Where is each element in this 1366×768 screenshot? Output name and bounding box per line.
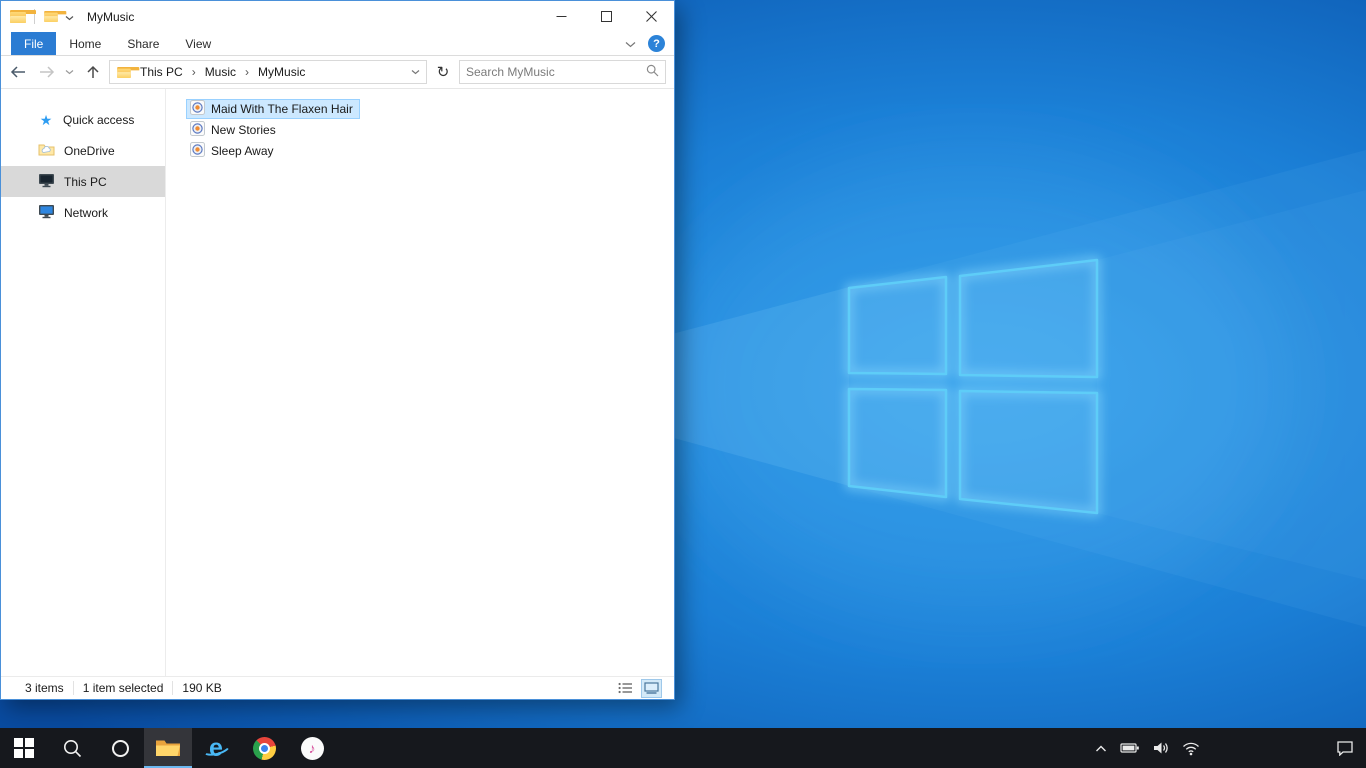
wifi-network-icon[interactable] xyxy=(1182,740,1200,756)
ribbon-expand-chevron-icon[interactable] xyxy=(625,37,636,51)
battery-icon[interactable] xyxy=(1120,740,1140,756)
breadcrumb-mymusic[interactable]: MyMusic xyxy=(252,65,311,79)
sidebar-item-network[interactable]: Network xyxy=(1,197,165,228)
computer-monitor-icon xyxy=(38,173,55,191)
tab-share[interactable]: Share xyxy=(114,32,172,55)
tab-home[interactable]: Home xyxy=(56,32,114,55)
internet-explorer-icon: e xyxy=(199,735,233,761)
help-button[interactable]: ? xyxy=(648,35,665,52)
search-input[interactable] xyxy=(466,65,646,79)
file-explorer-window: MyMusic File Home Share View ? This PC ›… xyxy=(0,0,675,700)
file-item-sleep-away[interactable]: Sleep Away xyxy=(186,141,281,161)
maximize-button[interactable] xyxy=(584,1,629,32)
up-button[interactable] xyxy=(80,60,105,85)
navigation-pane: ★ Quick access OneDrive This PC Network xyxy=(1,89,166,676)
action-center-icon[interactable] xyxy=(1336,740,1354,756)
chrome-icon xyxy=(252,736,276,760)
start-button[interactable] xyxy=(0,728,48,768)
file-name: Sleep Away xyxy=(211,144,274,158)
file-item-new-stories[interactable]: New Stories xyxy=(186,120,283,140)
details-view-button[interactable] xyxy=(615,679,636,698)
address-history-chevron-icon[interactable] xyxy=(406,69,424,75)
search-box[interactable] xyxy=(459,60,666,84)
chrome-button[interactable] xyxy=(240,728,288,768)
qat-chevron-down-icon[interactable] xyxy=(65,10,74,24)
internet-explorer-button[interactable]: e xyxy=(192,728,240,768)
file-name: New Stories xyxy=(211,123,276,137)
cortana-button[interactable] xyxy=(96,728,144,768)
window-main: ★ Quick access OneDrive This PC Network … xyxy=(1,89,674,676)
selection-size: 190 KB xyxy=(182,681,222,695)
forward-button[interactable] xyxy=(34,60,59,85)
recent-locations-chevron-icon[interactable] xyxy=(63,60,76,85)
breadcrumb-this-pc[interactable]: This PC xyxy=(134,65,189,79)
window-title: MyMusic xyxy=(87,9,135,24)
itunes-button[interactable]: ♪ xyxy=(288,728,336,768)
desktop: MyMusic File Home Share View ? This PC ›… xyxy=(0,0,1366,768)
windows-start-icon xyxy=(14,738,34,758)
refresh-button[interactable]: ↻ xyxy=(431,63,455,81)
breadcrumb-music[interactable]: Music xyxy=(199,65,242,79)
address-folder-icon[interactable] xyxy=(117,66,140,78)
search-icon[interactable] xyxy=(646,64,659,80)
system-tray xyxy=(1094,728,1366,768)
sidebar-item-quick-access[interactable]: ★ Quick access xyxy=(1,104,165,135)
hidden-icons-chevron-icon[interactable] xyxy=(1094,743,1108,753)
media-file-icon xyxy=(190,121,205,139)
volume-icon[interactable] xyxy=(1152,740,1170,756)
file-name: Maid With The Flaxen Hair xyxy=(211,102,353,116)
selection-count: 1 item selected xyxy=(82,681,164,695)
items-count: 3 items xyxy=(25,681,64,695)
quick-access-star-icon: ★ xyxy=(39,111,53,128)
media-file-icon xyxy=(190,142,205,160)
sidebar-item-onedrive[interactable]: OneDrive xyxy=(1,135,165,166)
large-icons-view-button[interactable] xyxy=(641,678,662,698)
search-icon xyxy=(63,739,81,757)
breadcrumb-separator: › xyxy=(245,65,250,79)
ribbon-tabs: File Home Share View ? xyxy=(1,32,674,56)
sidebar-item-this-pc[interactable]: This PC xyxy=(1,166,165,197)
status-bar: 3 items 1 item selected 190 KB xyxy=(1,676,674,699)
minimize-button[interactable] xyxy=(539,1,584,32)
taskbar-search-button[interactable] xyxy=(48,728,96,768)
file-explorer-icon xyxy=(156,740,180,756)
close-button[interactable] xyxy=(629,1,674,32)
window-folder-icon[interactable] xyxy=(10,10,36,23)
address-bar[interactable]: This PC › Music › MyMusic xyxy=(109,60,427,84)
network-monitor-icon xyxy=(38,204,55,222)
taskbar: e ♪ xyxy=(0,728,1366,768)
tab-view[interactable]: View xyxy=(172,32,224,55)
back-button[interactable] xyxy=(5,60,30,85)
media-file-icon xyxy=(190,100,205,118)
titlebar[interactable]: MyMusic xyxy=(1,1,674,32)
breadcrumb-separator: › xyxy=(191,65,196,79)
navigation-bar: This PC › Music › MyMusic ↻ xyxy=(1,56,674,89)
itunes-icon: ♪ xyxy=(300,736,324,760)
qat-folder-icon[interactable] xyxy=(44,10,67,23)
status-separator xyxy=(172,681,174,695)
taskbar-file-explorer-button[interactable] xyxy=(144,728,192,768)
status-separator xyxy=(72,681,74,695)
tab-file[interactable]: File xyxy=(11,32,57,55)
file-item-maid-with-the-flaxen-hair[interactable]: Maid With The Flaxen Hair xyxy=(186,99,360,119)
onedrive-folder-cloud-icon xyxy=(38,142,55,159)
file-list-pane: Maid With The Flaxen Hair New Stories Sl… xyxy=(166,89,674,676)
caption-buttons xyxy=(539,1,674,32)
cortana-icon xyxy=(111,739,129,757)
